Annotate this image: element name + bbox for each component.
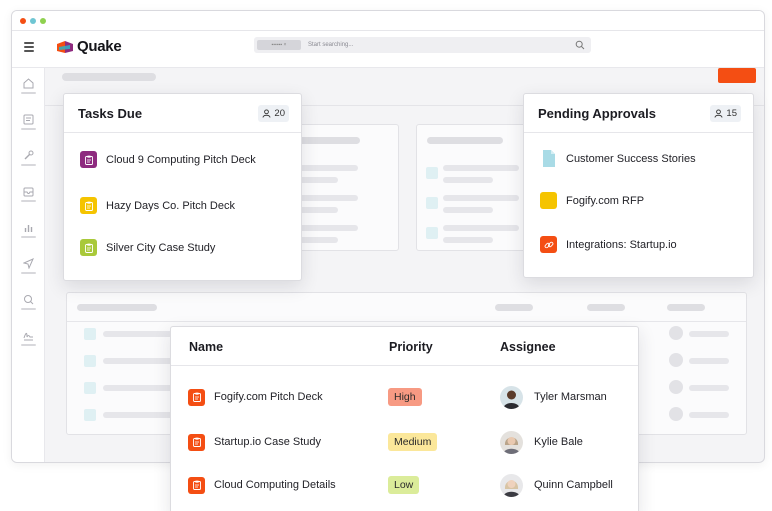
- wrench-icon: [24, 150, 34, 160]
- table-row[interactable]: Fogify.com Pitch Deck High Tyler Marsman: [171, 377, 638, 417]
- pending-approvals-count: 15: [726, 107, 737, 119]
- sidebar-item-home[interactable]: [21, 78, 36, 98]
- column-header-assignee[interactable]: Assignee: [500, 340, 556, 354]
- priority-badge: Low: [388, 476, 420, 494]
- row-name: Fogify.com Pitch Deck: [214, 391, 323, 403]
- sidebar: [12, 68, 45, 462]
- clipboard-icon: [80, 197, 97, 214]
- app-header: Quake ▪▪▪▪▪▪ × Start searching...: [12, 31, 764, 68]
- row-name: Startup.io Case Study: [214, 436, 322, 448]
- notes-icon: [23, 114, 34, 125]
- window-titlebar: [12, 11, 764, 31]
- search-person-icon: [24, 295, 34, 305]
- search-bar[interactable]: ▪▪▪▪▪▪ × Start searching...: [254, 37, 591, 53]
- approval-label: Customer Success Stories: [566, 152, 696, 165]
- person-icon: [714, 108, 723, 118]
- signature-icon: [23, 332, 33, 341]
- tasks-due-card: Tasks Due 20 Cloud 9 Computing Pitch Dec…: [63, 93, 302, 281]
- pending-approvals-title: Pending Approvals: [538, 105, 656, 121]
- task-item[interactable]: Hazy Days Co. Pitch Deck: [80, 197, 235, 214]
- approval-label: Integrations: Startup.io: [566, 238, 677, 251]
- task-label: Silver City Case Study: [106, 241, 216, 254]
- tasks-table-card: Name Priority Assignee Fogify.com Pitch …: [170, 326, 639, 511]
- table-row[interactable]: Startup.io Case Study Medium Kylie Bale: [171, 422, 638, 462]
- clipboard-icon: [188, 388, 205, 406]
- task-label: Cloud 9 Computing Pitch Deck: [106, 153, 256, 166]
- document-icon: [540, 150, 557, 167]
- priority-badge: High: [388, 388, 422, 406]
- home-icon: [23, 78, 34, 89]
- bar-chart-icon: [24, 225, 33, 232]
- assignee-name: Kylie Bale: [534, 436, 583, 448]
- clipboard-icon: [188, 476, 205, 494]
- primary-action-button[interactable]: [718, 68, 756, 83]
- approval-item[interactable]: Customer Success Stories: [540, 150, 696, 167]
- inbox-icon: [23, 187, 34, 197]
- pending-approvals-count-badge[interactable]: 15: [710, 104, 741, 122]
- clipboard-icon: [80, 239, 97, 256]
- task-item[interactable]: Silver City Case Study: [80, 239, 215, 256]
- page-title-placeholder: [62, 73, 156, 81]
- assignee-name: Quinn Campbell: [534, 479, 613, 491]
- approval-label: Fogify.com RFP: [566, 194, 645, 207]
- sidebar-item-notes[interactable]: [21, 114, 36, 134]
- clipboard-icon: [80, 151, 97, 168]
- sidebar-item-inbox[interactable]: [21, 186, 36, 206]
- task-item[interactable]: Cloud 9 Computing Pitch Deck: [80, 151, 256, 168]
- tasks-due-title: Tasks Due: [78, 105, 143, 121]
- sidebar-item-sign[interactable]: [21, 330, 36, 350]
- folder-icon: [540, 192, 557, 209]
- link-icon: [540, 236, 557, 253]
- placeholder-card: [416, 124, 536, 251]
- tasks-due-count-badge[interactable]: 20: [258, 104, 289, 122]
- approval-item[interactable]: Fogify.com RFP: [540, 192, 644, 209]
- approval-item[interactable]: Integrations: Startup.io: [540, 236, 677, 253]
- sidebar-item-search-people[interactable]: [21, 294, 36, 314]
- window-minimize-button[interactable]: [30, 18, 36, 24]
- task-label: Hazy Days Co. Pitch Deck: [106, 199, 235, 212]
- table-row[interactable]: Cloud Computing Details Low Quinn Campbe…: [171, 465, 638, 505]
- sidebar-item-tools[interactable]: [21, 150, 36, 170]
- priority-badge: Medium: [388, 433, 438, 451]
- column-header-name[interactable]: Name: [189, 340, 223, 354]
- clipboard-icon: [188, 433, 205, 451]
- row-name: Cloud Computing Details: [214, 479, 336, 491]
- search-input[interactable]: Start searching...: [308, 42, 353, 48]
- person-icon: [262, 108, 271, 118]
- quake-logo-icon: [57, 40, 73, 53]
- search-icon[interactable]: [575, 40, 585, 50]
- column-header-priority[interactable]: Priority: [389, 340, 433, 354]
- window-maximize-button[interactable]: [40, 18, 46, 24]
- window-close-button[interactable]: [20, 18, 26, 24]
- table-header: Name Priority Assignee: [171, 327, 638, 366]
- tasks-due-count: 20: [274, 107, 285, 119]
- avatar: [500, 430, 523, 454]
- pending-approvals-card: Pending Approvals 15 Customer Success St…: [523, 93, 754, 278]
- assignee-name: Tyler Marsman: [534, 391, 607, 403]
- app-name: Quake: [77, 38, 122, 55]
- menu-icon[interactable]: [24, 42, 34, 56]
- search-scope-chip[interactable]: ▪▪▪▪▪▪ ×: [257, 40, 301, 50]
- logo[interactable]: Quake: [56, 38, 122, 55]
- send-icon: [23, 258, 34, 269]
- sidebar-item-send[interactable]: [21, 258, 36, 278]
- avatar: [500, 385, 523, 409]
- sidebar-item-reports[interactable]: [21, 222, 36, 242]
- avatar: [500, 473, 523, 497]
